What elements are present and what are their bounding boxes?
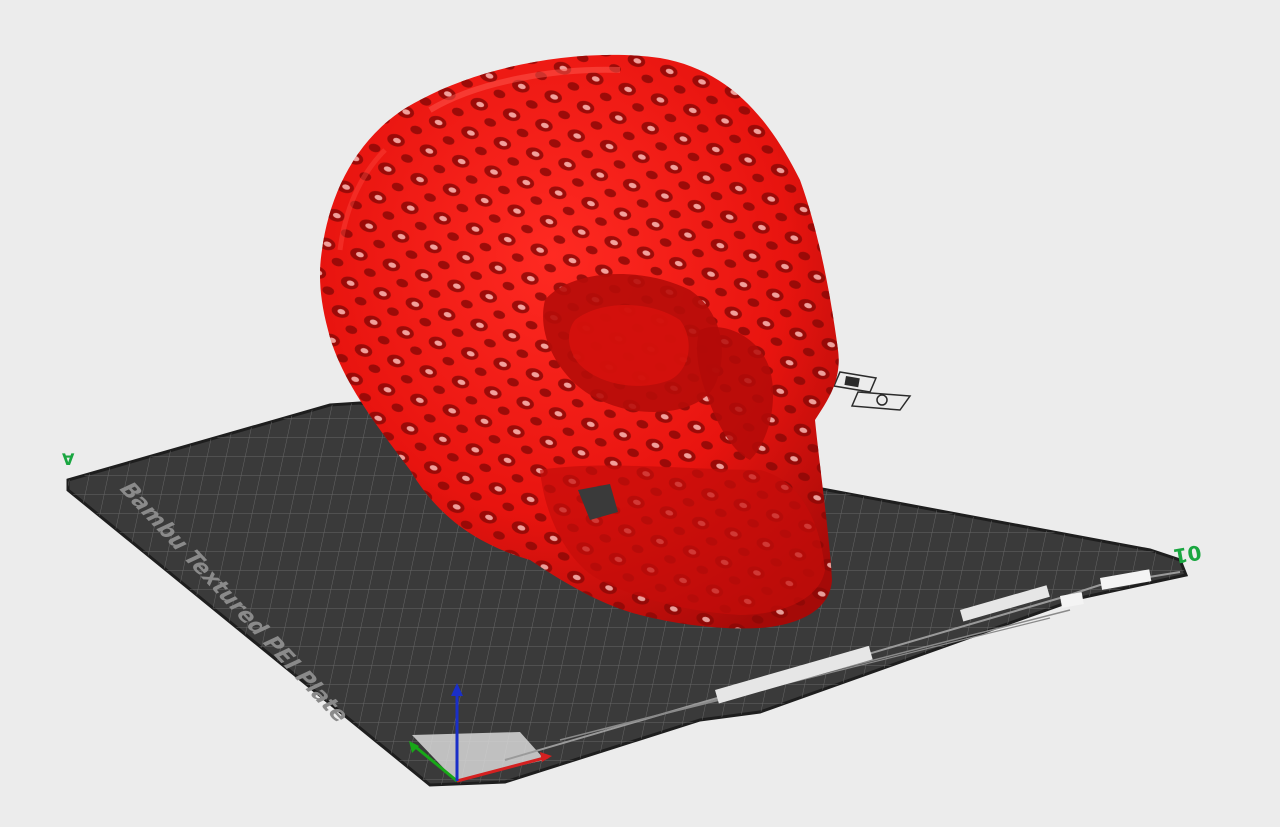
3d-viewport[interactable]: Bambu Textured PEI Plate 01 ∀	[0, 0, 1280, 827]
plate-settings-icon[interactable]	[832, 371, 878, 393]
plate-corner-mark: ∀	[62, 450, 75, 469]
scene: Bambu Textured PEI Plate 01 ∀	[62, 54, 1204, 787]
plate-arrange-icon[interactable]	[850, 391, 912, 411]
plate-number-label[interactable]: 01	[1172, 540, 1204, 568]
